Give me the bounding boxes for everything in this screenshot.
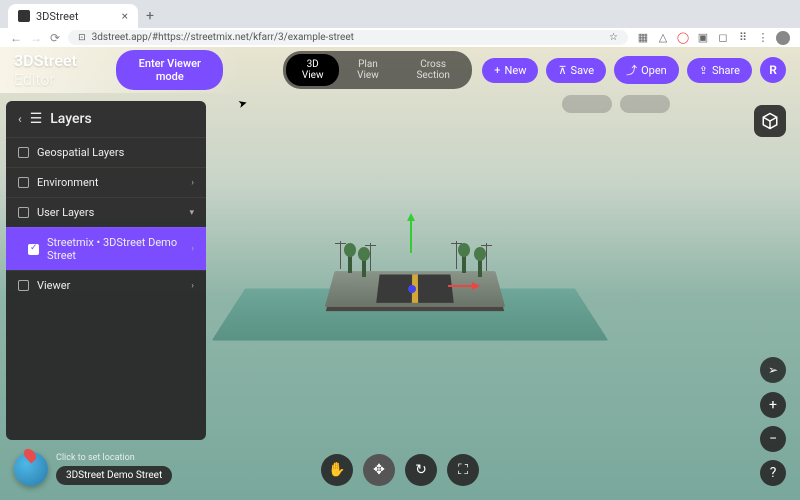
gizmo-y-axis[interactable] [410,215,412,253]
chevron-icon: › [191,244,194,254]
mouse-cursor-icon: ➤ [236,96,248,111]
location-hint: Click to set location [56,453,172,463]
layer-label: Geospatial Layers [37,146,124,159]
save-icon: ⊼ [558,64,566,77]
view-cube-button[interactable] [754,105,786,137]
open-icon: ⤴ [626,62,637,78]
layer-label: User Layers [37,206,94,219]
save-button[interactable]: ⊼Save [546,58,606,83]
layer-streetmix-demo[interactable]: Streetmix • 3DStreet Demo Street › [6,227,206,270]
gizmo-center[interactable] [408,285,416,293]
app-logo: 3DStreet Editor [14,51,106,89]
back-icon[interactable]: ‹ [18,112,22,126]
ext-icon[interactable]: △ [656,31,670,45]
pan-tool[interactable]: ✋ [321,454,353,486]
topbar-actions: +New ⊼Save ⤴Open ⇪Share R [482,56,786,84]
open-button[interactable]: ⤴Open [614,56,679,84]
move-tool[interactable]: ✥ [363,454,395,486]
zoom-out-button[interactable]: − [760,426,786,452]
panel-spacer [6,300,206,440]
checkbox-icon[interactable] [18,280,29,291]
chevron-down-icon: ▾ [189,208,194,218]
gizmo-x-axis[interactable] [448,285,478,287]
layer-label: Streetmix • 3DStreet Demo Street [47,236,183,262]
globe-icon[interactable] [14,452,48,486]
ext-icon[interactable]: ▦ [636,31,650,45]
view-cross-button[interactable]: Cross Section [397,54,469,86]
cube-icon [761,112,779,130]
transform-toolbar: ✋ ✥ ↻ ⛶ [321,454,479,486]
compass-button[interactable]: ➢ [760,357,786,383]
app-viewport: 3DStreet Editor Enter Viewer mode 3D Vie… [0,47,800,500]
logo-sub: Editor [14,70,55,89]
zoom-in-button[interactable]: + [760,392,786,418]
help-button[interactable]: ? [760,460,786,486]
layer-geospatial[interactable]: Geospatial Layers [6,137,206,167]
scale-tool[interactable]: ⛶ [447,454,479,486]
ext-icon[interactable]: ⠿ [736,31,750,45]
plus-icon: + [494,64,500,77]
tab-strip: 3DStreet × + [0,0,800,28]
site-info-icon[interactable]: ⊡ [78,33,86,43]
secondary-buttons [562,95,670,113]
browser-tab[interactable]: 3DStreet × [8,4,138,28]
url-input[interactable]: ⊡ 3dstreet.app/#https://streetmix.net/kf… [68,30,628,45]
checkbox-icon[interactable] [18,207,29,218]
location-widget[interactable]: Click to set location 3DStreet Demo Stre… [14,452,172,486]
checkbox-icon[interactable] [18,177,29,188]
nav-forward-icon[interactable]: → [30,31,42,45]
ghost-button[interactable] [562,95,612,113]
3d-scene[interactable] [230,207,590,377]
zoom-controls: + − ? [760,392,786,486]
profile-avatar[interactable] [776,31,790,45]
bookmark-icon[interactable]: ☆ [609,32,618,43]
tab-close-icon[interactable]: × [122,9,128,23]
browser-chrome: 3DStreet × + ← → ⟳ ⊡ 3dstreet.app/#https… [0,0,800,47]
new-button[interactable]: +New [482,58,538,83]
layer-viewer[interactable]: Viewer › [6,270,206,300]
logo-main: 3DStreet [14,51,77,70]
layer-user-layers[interactable]: User Layers ▾ [6,197,206,227]
ghost-button[interactable] [620,95,670,113]
layers-panel: ‹ ☰ Layers Geospatial Layers Environment… [6,101,206,440]
user-avatar[interactable]: R [760,57,786,83]
url-text: 3dstreet.app/#https://streetmix.net/kfar… [92,32,354,43]
address-bar: ← → ⟳ ⊡ 3dstreet.app/#https://streetmix.… [0,28,800,47]
chevron-icon: › [191,178,194,188]
nav-back-icon[interactable]: ← [10,31,22,45]
tab-title: 3DStreet [36,10,78,23]
tab-favicon [18,10,30,22]
menu-icon[interactable]: ⋮ [756,31,770,45]
layers-header: ‹ ☰ Layers [6,101,206,137]
layers-title: Layers [50,111,91,127]
layer-label: Environment [37,176,98,189]
rotate-tool[interactable]: ↻ [405,454,437,486]
view-plan-button[interactable]: Plan View [339,54,397,86]
ext-icon[interactable]: ◻ [716,31,730,45]
location-text: Click to set location 3DStreet Demo Stre… [56,453,172,485]
layer-label: Viewer [37,279,70,292]
layers-icon: ☰ [30,111,43,127]
extension-icons: ▦ △ ◯ ▣ ◻ ⠿ ⋮ [636,31,790,45]
share-button[interactable]: ⇪Share [687,58,752,83]
enter-viewer-mode-button[interactable]: Enter Viewer mode [116,50,223,90]
nav-reload-icon[interactable]: ⟳ [50,31,60,45]
share-icon: ⇪ [699,64,708,77]
layer-environment[interactable]: Environment › [6,167,206,197]
ext-icon[interactable]: ▣ [696,31,710,45]
view-3d-button[interactable]: 3D View [286,54,338,86]
chevron-icon: › [191,281,194,291]
view-mode-switcher: 3D View Plan View Cross Section [283,51,472,89]
checkbox-checked-icon[interactable] [28,244,39,255]
checkbox-icon[interactable] [18,147,29,158]
top-toolbar: 3DStreet Editor Enter Viewer mode 3D Vie… [0,47,800,93]
new-tab-button[interactable]: + [138,4,162,28]
ext-icon[interactable]: ◯ [676,31,690,45]
location-name-chip[interactable]: 3DStreet Demo Street [56,466,172,485]
